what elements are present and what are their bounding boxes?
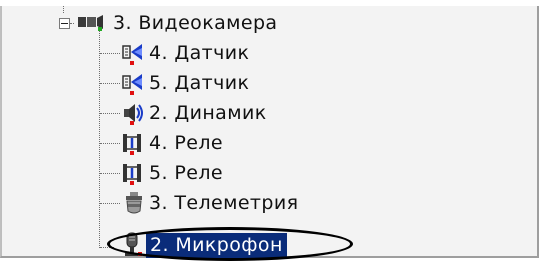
tree-item-relay-4[interactable]: 4. Реле	[120, 128, 223, 158]
tree-item-label: 4. Датчик	[149, 42, 250, 64]
tree-connector	[70, 23, 74, 24]
tree-item-label: 3. Телеметрия	[149, 192, 299, 214]
tree-connector	[100, 143, 120, 144]
tree-connector	[100, 53, 120, 54]
status-marker	[130, 121, 134, 125]
tree-item-label: 2. Микрофон	[146, 232, 287, 258]
status-marker	[130, 91, 134, 95]
tree-item-sensor-5[interactable]: 5. Датчик	[120, 68, 249, 98]
tree-connector	[100, 83, 120, 84]
tree-connector	[100, 173, 120, 174]
status-marker	[130, 61, 134, 65]
tree-connector	[100, 113, 120, 114]
videocamera-icon	[77, 14, 105, 34]
tree-item-label: 5. Реле	[149, 162, 223, 184]
tree-connector	[63, 6, 64, 13]
tree-connector	[100, 203, 120, 204]
telemetry-icon	[122, 191, 146, 215]
tree-item-relay-5[interactable]: 5. Реле	[120, 158, 223, 188]
object-tree: 3. Видеокамера 4. Датчик 5. Датчик 2. Ди…	[0, 6, 539, 261]
tree-item-label: 5. Датчик	[149, 72, 250, 94]
status-marker	[130, 181, 134, 185]
tree-item-speaker[interactable]: 2. Динамик	[120, 98, 267, 128]
tree-item-telemetry[interactable]: 3. Телеметрия	[120, 188, 298, 218]
tree-item-label: 2. Динамик	[149, 102, 267, 124]
tree-connector	[100, 247, 114, 248]
tree-item-label: 4. Реле	[149, 132, 223, 154]
status-marker	[130, 151, 134, 155]
tree-item-microphone[interactable]: 2. Микрофон	[120, 230, 287, 260]
tree-item-videocamera[interactable]: 3. Видеокамера	[77, 8, 277, 38]
tree-item-sensor-4[interactable]: 4. Датчик	[120, 38, 249, 68]
collapse-toggle[interactable]	[59, 18, 70, 29]
tree-connector	[99, 30, 100, 248]
panel-border	[1, 6, 2, 256]
status-marker	[138, 252, 142, 256]
tree-item-label: 3. Видеокамера	[113, 12, 278, 34]
